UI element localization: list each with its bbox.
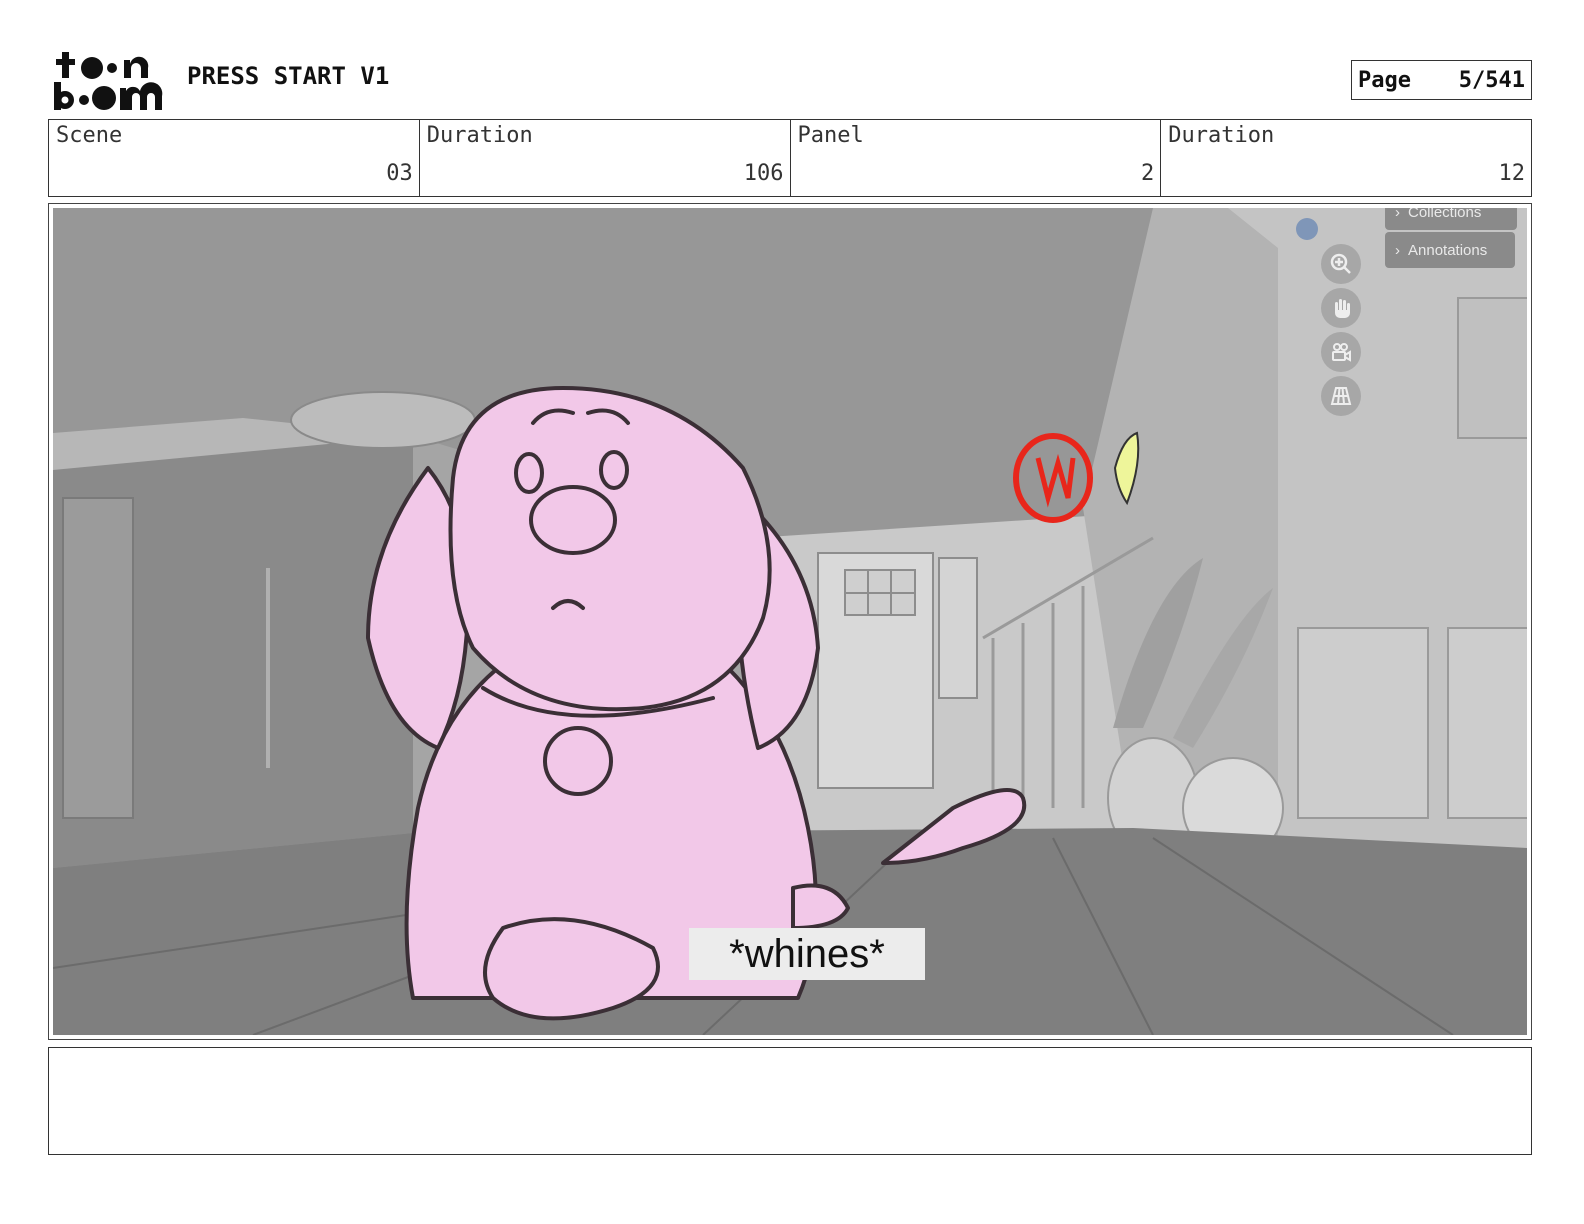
annotations-label: Annotations	[1408, 241, 1488, 259]
pan-button[interactable]	[1321, 288, 1361, 328]
scene-value: 03	[386, 161, 413, 186]
page-number: 5/541	[1458, 67, 1525, 93]
camera-icon	[1332, 343, 1351, 362]
annotations-button[interactable]: › Annotations	[1385, 232, 1515, 268]
panel-cell: Panel 2	[791, 120, 1162, 196]
grid-button[interactable]	[1321, 376, 1361, 416]
camera-button[interactable]	[1321, 332, 1361, 372]
scene-duration-label: Duration	[426, 123, 533, 148]
panel-image: *whines* › Collections › Annotations	[53, 208, 1527, 1035]
scene-cell: Scene 03	[49, 120, 420, 196]
panel-value: 2	[1141, 161, 1155, 186]
chevron-right-icon: ›	[1395, 208, 1400, 221]
page-label: Page	[1358, 67, 1411, 93]
scene-duration-cell: Duration 106	[420, 120, 791, 196]
toonboom-logo	[54, 52, 163, 110]
scene-duration-value: 106	[743, 161, 784, 186]
panel-label: Panel	[797, 123, 864, 148]
hand-pan-icon	[1335, 299, 1350, 318]
page-indicator: Page 5/541	[1351, 60, 1532, 100]
grid-icon	[1330, 387, 1352, 405]
chevron-right-icon: ›	[1395, 241, 1400, 259]
storyboard-drawing	[53, 208, 1527, 1035]
scene-label: Scene	[56, 123, 123, 148]
collections-button[interactable]: › Collections	[1385, 208, 1517, 230]
panel-duration-value: 12	[1498, 161, 1526, 186]
panel-notes	[48, 1047, 1532, 1155]
dialogue-caption: *whines*	[689, 928, 925, 980]
project-title: PRESS START V1	[187, 62, 390, 90]
zoom-in-icon	[1330, 253, 1351, 274]
panel-duration-label: Duration	[1168, 123, 1275, 148]
status-dot	[1296, 218, 1318, 240]
panel-duration-cell: Duration 12	[1161, 120, 1531, 196]
zoom-in-button[interactable]	[1321, 244, 1361, 284]
panel-frame: *whines* › Collections › Annotations	[48, 203, 1532, 1040]
collections-label: Collections	[1408, 208, 1482, 221]
panel-info-table: Scene 03 Duration 106 Panel 2 Duration 1…	[48, 119, 1532, 197]
